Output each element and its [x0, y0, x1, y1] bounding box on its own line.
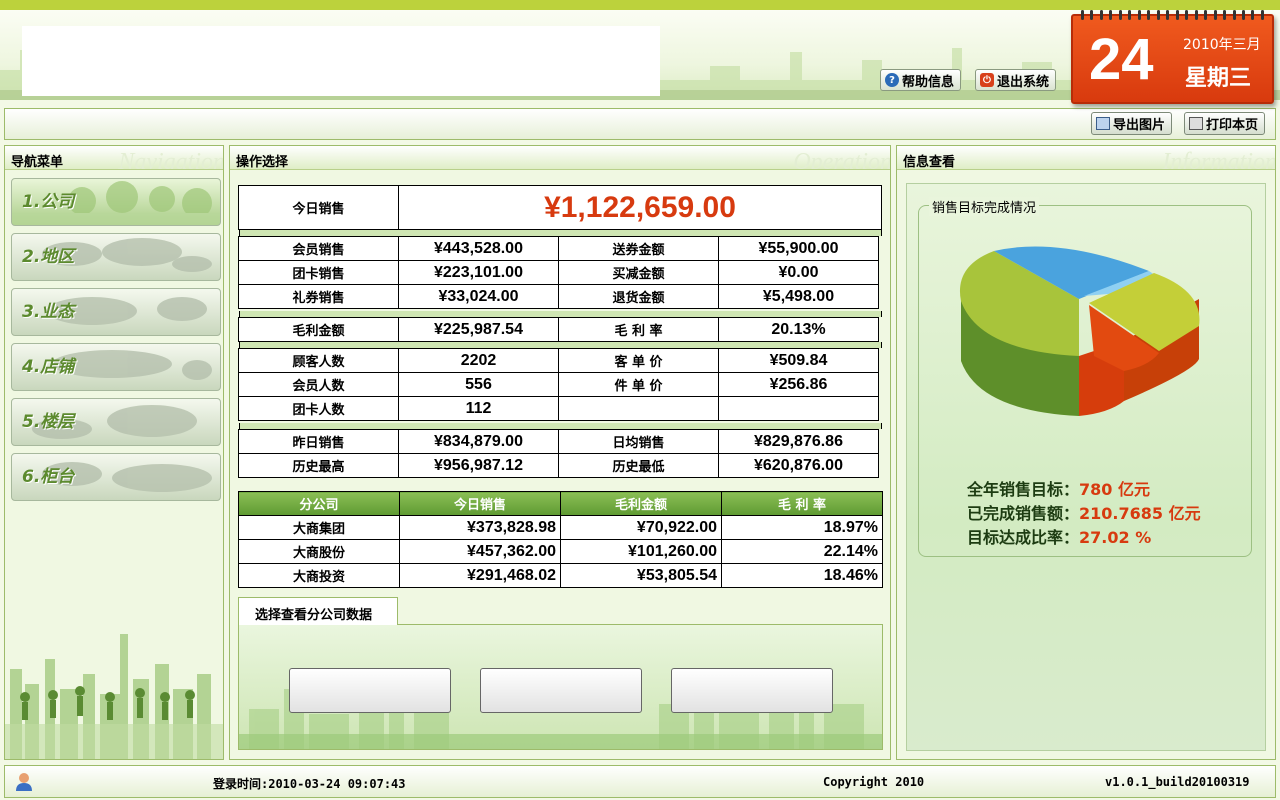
information-title: 信息查看 Information: [897, 146, 1275, 170]
table-row: 团卡销售 ¥223,101.00 买减金额 ¥0.00: [238, 260, 879, 285]
completed-sales-stat: 已完成销售额：210.7685 亿元: [967, 504, 1201, 523]
table-row: 大商投资 ¥291,468.02 ¥53,805.54 18.46%: [238, 563, 883, 588]
history-sales-table: 昨日销售 ¥834,879.00 日均销售 ¥829,876.86 历史最高 ¥…: [238, 429, 879, 478]
sales-detail-table: 会员销售 ¥443,528.00 送券金额 ¥55,900.00 团卡销售 ¥2…: [238, 236, 879, 309]
table-row: 团卡人数 112: [238, 396, 879, 421]
operation-watermark: Operation: [793, 149, 890, 170]
nav-item-region[interactable]: 2.地区: [11, 233, 221, 281]
help-icon: ?: [885, 73, 899, 87]
print-button[interactable]: 打印本页: [1184, 112, 1266, 135]
subsidiary-button-1[interactable]: [289, 668, 451, 713]
login-time: 登录时间:2010-03-24 09:07:43: [213, 777, 406, 791]
export-image-button[interactable]: 导出图片: [1091, 112, 1173, 135]
navigation-title: 导航菜单 Navigation: [5, 146, 223, 170]
today-sales-table: 今日销售 ¥1,122,659.00: [238, 185, 882, 230]
navigation-panel: 导航菜单 Navigation 1.公司 2.地区 3.业态 4.店铺 5.楼层…: [4, 145, 224, 760]
user-icon: [16, 773, 32, 791]
achievement-ratio-stat: 目标达成比率：27.02 %: [967, 528, 1152, 547]
table-row: 礼券销售 ¥33,024.00 退货金额 ¥5,498.00: [238, 284, 879, 309]
subsidiary-select-area: [238, 624, 883, 750]
table-row: 历史最高 ¥956,987.12 历史最低 ¥620,876.00: [238, 453, 879, 478]
subsidiary-tab[interactable]: 选择查看分公司数据: [238, 597, 398, 625]
navigation-watermark: Navigation: [118, 149, 223, 170]
information-panel: 信息查看 Information 销售目标完成情况 全年销售目标：780 亿元 …: [896, 145, 1276, 760]
calendar-day: 24: [1089, 27, 1154, 92]
table-row: 毛利金额 ¥225,987.54 毛 利 率 20.13%: [238, 317, 879, 342]
logout-button[interactable]: ⏻ 退出系统: [975, 69, 1057, 91]
sales-target-caption: 销售目标完成情况: [929, 197, 1040, 216]
help-button[interactable]: ? 帮助信息: [880, 69, 962, 91]
today-sales-value: ¥1,122,659.00: [398, 185, 882, 230]
target-pie-chart: [959, 246, 1200, 416]
operation-panel: 操作选择 Operation 今日销售 ¥1,122,659.00 会员销售 ¥…: [229, 145, 891, 760]
copyright-text: Copyright 2010: [823, 775, 925, 789]
gross-profit-table: 毛利金额 ¥225,987.54 毛 利 率 20.13%: [238, 317, 879, 342]
calendar-weekday: 星期三: [1185, 66, 1252, 91]
nav-item-format[interactable]: 3.业态: [11, 288, 221, 336]
version-text: v1.0.1_build20100319: [1105, 775, 1250, 789]
power-icon: ⏻: [980, 73, 994, 87]
calendar-year-month: 2010年三月: [1183, 37, 1261, 53]
toolbar: 导出图片 打印本页: [4, 108, 1276, 140]
printer-icon: [1189, 117, 1203, 130]
nav-item-counter[interactable]: 6.柜台: [11, 453, 221, 501]
nav-item-company[interactable]: 1.公司: [11, 178, 221, 226]
logo-area: [22, 26, 660, 96]
table-row: 会员销售 ¥443,528.00 送券金额 ¥55,900.00: [238, 236, 879, 261]
table-row: 会员人数 556 件 单 价 ¥256.86: [238, 372, 879, 397]
table-row: 大商集团 ¥373,828.98 ¥70,922.00 18.97%: [238, 515, 883, 540]
branch-sales-table: 分公司 今日销售 毛利金额 毛 利 率 大商集团 ¥373,828.98 ¥70…: [238, 491, 883, 588]
table-row: 大商股份 ¥457,362.00 ¥101,260.00 22.14%: [238, 539, 883, 564]
today-sales-label: 今日销售: [238, 185, 399, 230]
information-watermark: Information: [1162, 149, 1275, 170]
annual-target-stat: 全年销售目标：780 亿元: [967, 480, 1150, 499]
table-row: 昨日销售 ¥834,879.00 日均销售 ¥829,876.86: [238, 429, 879, 454]
nav-item-floor[interactable]: 5.楼层: [11, 398, 221, 446]
table-row: 顾客人数 2202 客 单 价 ¥509.84: [238, 348, 879, 373]
operation-title: 操作选择 Operation: [230, 146, 890, 170]
save-icon: [1096, 117, 1110, 130]
table-header-row: 分公司 今日销售 毛利金额 毛 利 率: [238, 491, 883, 516]
customer-stats-table: 顾客人数 2202 客 单 价 ¥509.84 会员人数 556 件 单 价 ¥…: [238, 348, 879, 421]
status-footer: 登录时间:2010-03-24 09:07:43 Copyright 2010 …: [4, 765, 1276, 798]
nav-item-store[interactable]: 4.店铺: [11, 343, 221, 391]
subsidiary-button-2[interactable]: [480, 668, 642, 713]
subsidiary-button-3[interactable]: [671, 668, 833, 713]
city-people-illustration: [5, 634, 223, 759]
date-calendar: 24 2010年三月 星期三: [1071, 10, 1274, 104]
